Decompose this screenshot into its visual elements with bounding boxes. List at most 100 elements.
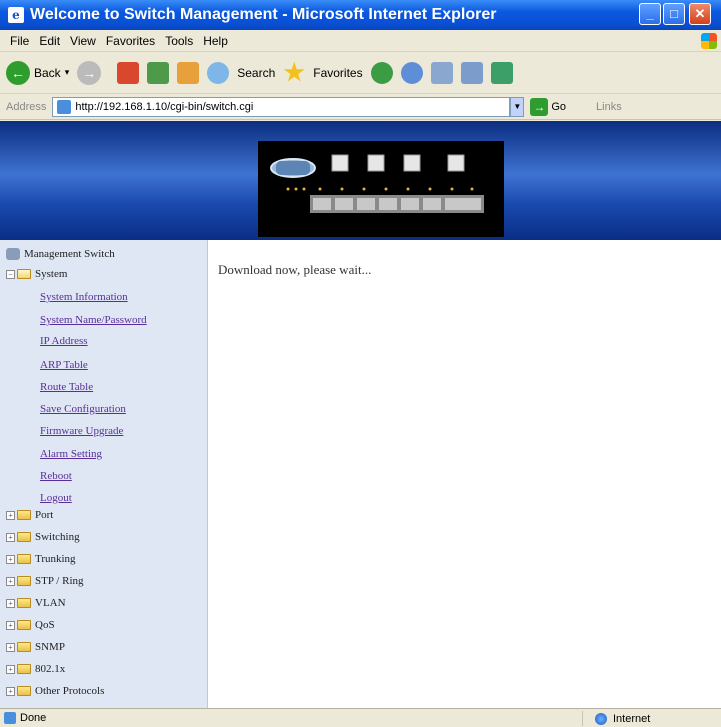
tree-folder-trunking[interactable]: + Trunking bbox=[6, 553, 76, 565]
tree-link-label[interactable]: Alarm Setting bbox=[40, 448, 102, 460]
links-button[interactable]: Links bbox=[596, 101, 622, 113]
favorites-star-icon[interactable] bbox=[283, 61, 305, 82]
print-icon[interactable] bbox=[430, 61, 453, 84]
menu-file[interactable]: File bbox=[10, 34, 29, 48]
address-field[interactable]: http://192.168.1.10/cgi-bin/switch.cgi bbox=[52, 96, 511, 117]
tree-link-label[interactable]: Route Table bbox=[40, 381, 93, 393]
tree-link-label[interactable]: Save Configuration bbox=[40, 403, 126, 415]
search-icon[interactable] bbox=[207, 61, 230, 84]
expand-icon[interactable]: + bbox=[6, 664, 15, 674]
tree-link-alarm-setting[interactable]: Alarm Setting bbox=[40, 448, 102, 460]
close-button[interactable]: ✕ bbox=[689, 3, 711, 25]
tree-link-label[interactable]: ARP Table bbox=[40, 359, 88, 371]
tree-folder-switching[interactable]: + Switching bbox=[6, 531, 80, 543]
tree-link-save-configuration[interactable]: Save Configuration bbox=[40, 403, 126, 415]
menu-view[interactable]: View bbox=[70, 34, 96, 48]
tree-link-label[interactable]: Logout bbox=[40, 492, 72, 504]
tree-folder-label: STP / Ring bbox=[35, 575, 84, 587]
folder-icon bbox=[17, 598, 31, 608]
standard-toolbar: ← Back ▾ → Search Favorites bbox=[0, 52, 721, 94]
favorites-button[interactable]: Favorites bbox=[313, 66, 362, 80]
menu-edit[interactable]: Edit bbox=[39, 34, 60, 48]
tree-folder-qos[interactable]: + QoS bbox=[6, 619, 55, 631]
navigation-tree: Management Switch − System System Inform… bbox=[0, 240, 207, 708]
tree-link-arp-table[interactable]: ARP Table bbox=[40, 359, 88, 371]
tree-folder-port[interactable]: + Port bbox=[6, 509, 53, 521]
tree-folder-label: 802.1x bbox=[35, 663, 66, 675]
tree-root-label: Management Switch bbox=[24, 248, 115, 260]
menu-favorites[interactable]: Favorites bbox=[106, 34, 155, 48]
tree-link-label[interactable]: System Information bbox=[40, 291, 128, 303]
expand-icon[interactable]: + bbox=[6, 686, 15, 696]
go-label: Go bbox=[551, 100, 567, 113]
collapse-icon[interactable]: − bbox=[6, 269, 15, 279]
tree-folder-label: System bbox=[35, 268, 68, 280]
home-icon[interactable] bbox=[177, 61, 200, 84]
windows-logo-icon bbox=[701, 33, 717, 49]
browser-window: e Welcome to Switch Management - Microso… bbox=[0, 0, 721, 727]
status-text: Done bbox=[20, 712, 47, 724]
media-icon[interactable] bbox=[370, 61, 393, 84]
expand-icon[interactable]: + bbox=[6, 576, 15, 586]
go-button[interactable]: → Go bbox=[530, 97, 567, 116]
expand-icon[interactable]: + bbox=[6, 532, 15, 542]
menu-help[interactable]: Help bbox=[203, 34, 228, 48]
download-message: Download now, please wait... bbox=[218, 262, 372, 277]
back-button[interactable]: Back bbox=[34, 66, 61, 80]
tree-link-system-information[interactable]: System Information bbox=[40, 291, 128, 303]
tree-link-firmware-upgrade[interactable]: Firmware Upgrade bbox=[40, 425, 123, 437]
stop-icon[interactable] bbox=[117, 61, 140, 84]
switch-device-image bbox=[258, 141, 504, 237]
tree-link-label[interactable]: Reboot bbox=[40, 470, 72, 482]
internet-globe-icon bbox=[595, 712, 607, 725]
expand-icon[interactable]: + bbox=[6, 598, 15, 608]
tree-link-route-table[interactable]: Route Table bbox=[40, 381, 93, 393]
tree-folder-8021x[interactable]: +802.1x bbox=[6, 663, 65, 675]
tree-folder-snmp[interactable]: + SNMP bbox=[6, 641, 65, 653]
title-bar[interactable]: e Welcome to Switch Management - Microso… bbox=[0, 0, 721, 30]
mail-icon[interactable] bbox=[400, 61, 423, 84]
messenger-icon[interactable] bbox=[490, 61, 513, 84]
address-label: Address bbox=[6, 100, 47, 113]
tree-folder-label: SNMP bbox=[35, 641, 65, 653]
minimize-button[interactable]: _ bbox=[639, 3, 661, 25]
tree-link-reboot[interactable]: Reboot bbox=[40, 470, 72, 482]
maximize-button[interactable]: □ bbox=[663, 3, 685, 25]
menu-tools[interactable]: Tools bbox=[165, 34, 193, 48]
tree-link-logout[interactable]: Logout bbox=[40, 492, 72, 504]
expand-icon[interactable]: + bbox=[6, 510, 15, 520]
folder-icon bbox=[17, 510, 31, 520]
folder-icon bbox=[17, 532, 31, 542]
search-button[interactable]: Search bbox=[237, 66, 275, 80]
expand-icon[interactable]: + bbox=[6, 554, 15, 564]
forward-arrow-icon[interactable]: → bbox=[77, 60, 102, 85]
ie-app-icon: e bbox=[8, 7, 24, 23]
go-arrow-icon: → bbox=[530, 97, 549, 116]
tree-folder-label: QoS bbox=[35, 619, 55, 631]
expand-icon[interactable]: + bbox=[6, 620, 15, 630]
content-frame: Download now, please wait... bbox=[207, 240, 721, 708]
refresh-icon[interactable] bbox=[147, 61, 170, 84]
tree-folder-label: VLAN bbox=[35, 597, 66, 609]
folder-icon bbox=[17, 642, 31, 652]
tree-link-ip-address[interactable]: IP Address bbox=[40, 335, 88, 347]
expand-icon[interactable]: + bbox=[6, 642, 15, 652]
tree-folder-other-protocols[interactable]: + Other Protocols bbox=[6, 685, 104, 697]
folder-icon bbox=[17, 576, 31, 586]
page-done-icon bbox=[4, 712, 16, 724]
tree-folder-vlan[interactable]: + VLAN bbox=[6, 597, 66, 609]
address-url[interactable]: http://192.168.1.10/cgi-bin/switch.cgi bbox=[75, 101, 253, 113]
tree-link-label[interactable]: Firmware Upgrade bbox=[40, 425, 123, 437]
tree-folder-stp-ring[interactable]: + STP / Ring bbox=[6, 575, 84, 587]
tree-link-label[interactable]: IP Address bbox=[40, 335, 88, 347]
back-dropdown-icon[interactable]: ▾ bbox=[65, 67, 70, 78]
address-dropdown-icon[interactable]: ▼ bbox=[510, 96, 525, 117]
tree-link-system-name-password[interactable]: System Name/Password bbox=[40, 314, 147, 326]
switch-banner bbox=[0, 121, 721, 240]
edit-icon[interactable] bbox=[460, 61, 483, 84]
back-arrow-icon[interactable]: ← bbox=[6, 60, 30, 85]
tree-root[interactable]: Management Switch bbox=[6, 248, 115, 260]
folder-icon bbox=[17, 664, 31, 674]
tree-link-label[interactable]: System Name/Password bbox=[40, 314, 147, 326]
tree-folder-system[interactable]: − System bbox=[6, 268, 67, 280]
